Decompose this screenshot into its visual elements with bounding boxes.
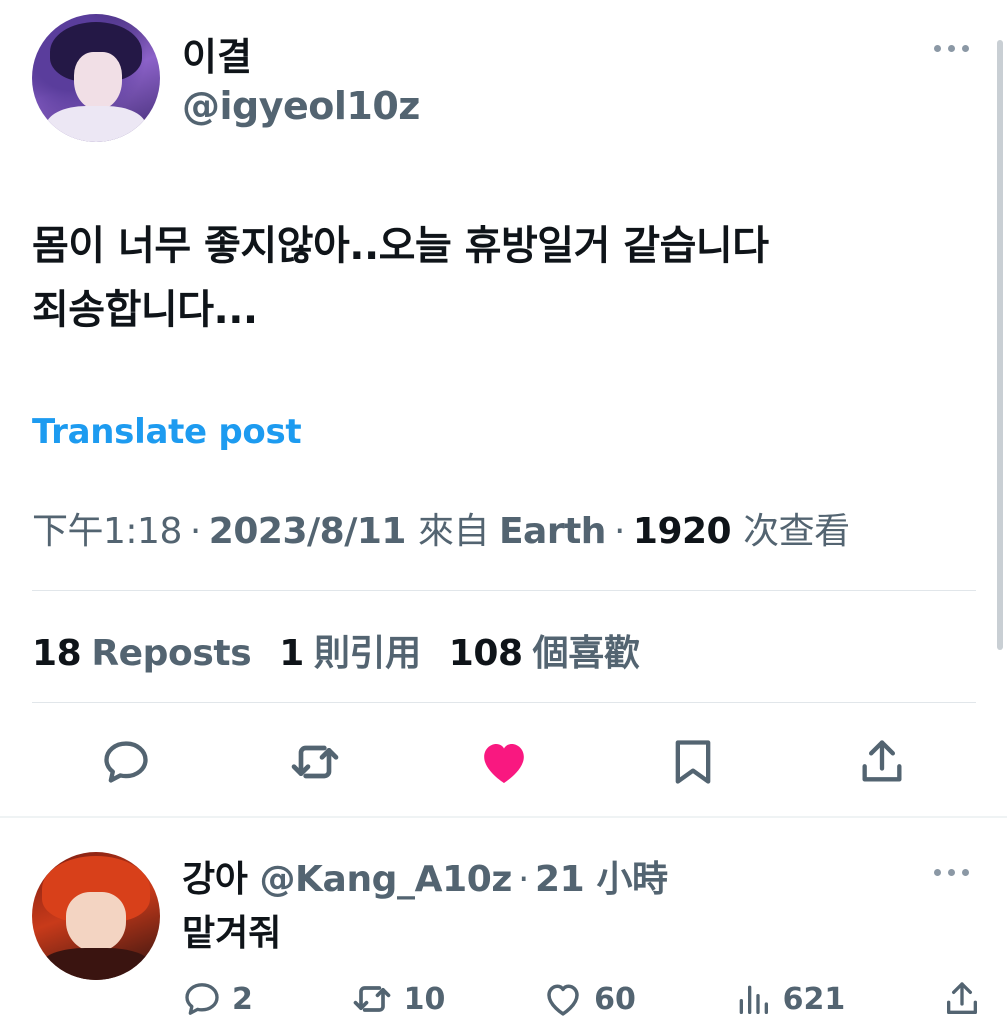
quotes-label[interactable]: 則引用 bbox=[314, 624, 421, 676]
reply-likes-count: 60 bbox=[594, 981, 636, 1017]
like-icon bbox=[484, 744, 524, 783]
repost-button[interactable] bbox=[283, 730, 347, 794]
meta-separator: · bbox=[613, 511, 625, 552]
repost-icon bbox=[353, 986, 390, 1012]
reply-display-name[interactable]: 강아 bbox=[182, 850, 248, 902]
translate-post-link[interactable]: Translate post bbox=[32, 412, 302, 452]
repost-icon bbox=[291, 745, 339, 779]
reply-button[interactable] bbox=[94, 730, 158, 794]
reply-replies-count: 2 bbox=[232, 981, 253, 1017]
reply-icon bbox=[104, 741, 149, 783]
more-dot-icon bbox=[933, 868, 941, 876]
likes-label[interactable]: 個喜歡 bbox=[533, 624, 640, 676]
divider bbox=[32, 702, 976, 703]
bookmark-button[interactable] bbox=[661, 730, 725, 794]
reply-reply-button[interactable]: 2 bbox=[182, 979, 253, 1019]
views-label: 次查看 bbox=[743, 511, 850, 552]
author-display-name[interactable]: 이결 bbox=[182, 26, 252, 81]
reply-reposts-count: 10 bbox=[403, 981, 446, 1017]
meta-separator: · bbox=[189, 511, 201, 552]
reply-views-button[interactable]: 621 bbox=[733, 979, 846, 1019]
tweet-actions bbox=[32, 730, 976, 794]
reply-more-options-button[interactable] bbox=[931, 860, 971, 884]
reposts-count[interactable]: 18 bbox=[32, 633, 82, 674]
more-dot-icon bbox=[961, 44, 969, 52]
reposts-label[interactable]: Reposts bbox=[91, 633, 251, 674]
source-prefix: 來自 bbox=[417, 511, 490, 552]
reply-repost-button[interactable]: 10 bbox=[350, 977, 446, 1021]
more-dot-icon bbox=[947, 44, 955, 52]
divider bbox=[32, 590, 976, 591]
engagement-stats: 18 Reposts 1 則引用 108 個喜歡 bbox=[32, 624, 667, 676]
reply-handle[interactable]: @Kang_A10z bbox=[259, 859, 512, 900]
like-button[interactable] bbox=[472, 730, 536, 794]
reply-share-button[interactable] bbox=[942, 979, 982, 1019]
likes-count[interactable]: 108 bbox=[449, 633, 523, 674]
reply-views-count: 621 bbox=[782, 981, 846, 1017]
reply-like-button[interactable]: 60 bbox=[542, 978, 636, 1020]
more-dot-icon bbox=[947, 868, 955, 876]
reply-text: 맡겨줘 bbox=[182, 913, 282, 954]
reply-separator: · bbox=[517, 859, 530, 900]
tweet-source: Earth bbox=[498, 511, 606, 552]
tweet-text-line: 몸이 너무 좋지않아..오늘 휴방일거 같습니다 bbox=[32, 223, 769, 269]
more-dot-icon bbox=[961, 868, 969, 876]
more-options-button[interactable] bbox=[931, 36, 971, 60]
author-handle[interactable]: @igyeol10z bbox=[182, 84, 420, 128]
share-icon bbox=[862, 740, 902, 782]
share-button[interactable] bbox=[850, 730, 914, 794]
reply-author-avatar[interactable] bbox=[32, 852, 160, 980]
views-chart-icon bbox=[739, 985, 768, 1014]
more-dot-icon bbox=[933, 44, 941, 52]
tweet-time[interactable]: 下午1:18 bbox=[32, 502, 182, 554]
tweet-text: 몸이 너무 좋지않아..오늘 휴방일거 같습니다 죄송합니다... bbox=[32, 214, 932, 342]
views-count: 1920 bbox=[632, 511, 732, 552]
quotes-count[interactable]: 1 bbox=[279, 633, 304, 674]
reply-actions: 2 10 60 621 bbox=[182, 974, 982, 1024]
tweet-text-line: 죄송합니다... bbox=[32, 287, 258, 333]
section-divider bbox=[0, 816, 1007, 818]
reply-icon bbox=[185, 983, 219, 1015]
tweet-meta: 下午1:18 · 2023/8/11 來自 Earth · 1920 次查看 bbox=[32, 502, 850, 554]
bookmark-icon bbox=[675, 740, 711, 784]
author-avatar[interactable] bbox=[32, 14, 160, 142]
reply-header: 강아 @Kang_A10z · 21 小時 bbox=[182, 850, 668, 902]
reply-time[interactable]: 21 小時 bbox=[535, 850, 668, 902]
tweet-date[interactable]: 2023/8/11 bbox=[209, 511, 407, 552]
like-icon bbox=[547, 984, 579, 1016]
share-icon bbox=[947, 982, 977, 1014]
scrollbar[interactable] bbox=[997, 40, 1003, 650]
